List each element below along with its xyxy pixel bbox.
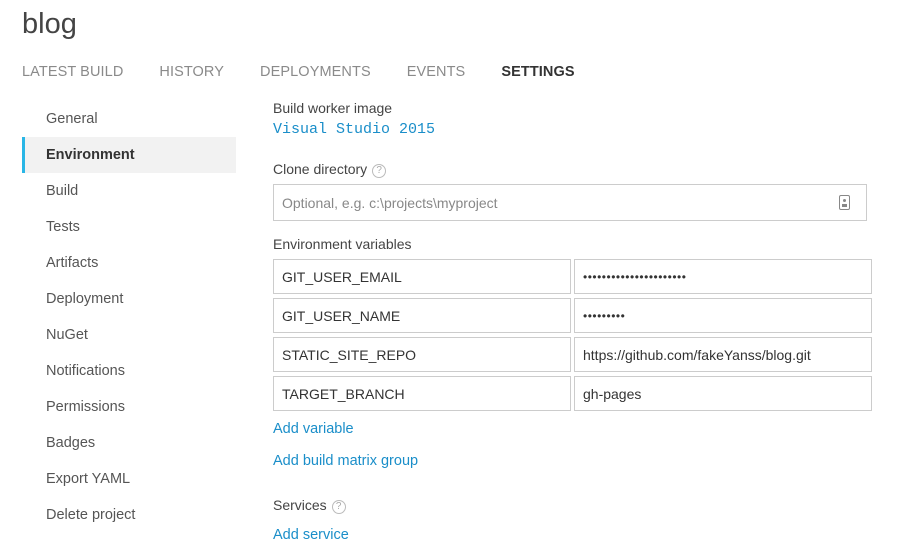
clone-directory-label-row: Clone directory?	[273, 161, 387, 178]
sidebar-item-nuget[interactable]: NuGet	[22, 317, 236, 353]
settings-sidebar: General Environment Build Tests Artifact…	[22, 101, 236, 533]
add-build-matrix-group-link[interactable]: Add build matrix group	[273, 453, 418, 469]
build-worker-image-label: Build worker image	[273, 100, 393, 116]
help-circle-icon[interactable]: ?	[331, 500, 346, 514]
contact-card-icon	[839, 195, 850, 210]
project-title: blog	[22, 8, 77, 40]
env-var-row: STATIC_SITE_REPO https://github.com/fake…	[273, 337, 872, 372]
tab-latest-build[interactable]: LATEST BUILD	[22, 64, 123, 80]
env-var-value-input[interactable]: gh-pages	[574, 376, 872, 411]
add-service-link[interactable]: Add service	[273, 527, 349, 543]
build-worker-image-value[interactable]: Visual Studio 2015	[273, 121, 435, 138]
services-label-row: Services?	[273, 497, 346, 514]
sidebar-item-deployment[interactable]: Deployment	[22, 281, 236, 317]
add-variable-link[interactable]: Add variable	[273, 421, 354, 437]
environment-variables-label: Environment variables	[273, 236, 412, 252]
env-var-name-input[interactable]: TARGET_BRANCH	[273, 376, 571, 411]
env-var-name-input[interactable]: GIT_USER_NAME	[273, 298, 571, 333]
sidebar-item-tests[interactable]: Tests	[22, 209, 236, 245]
sidebar-item-export-yaml[interactable]: Export YAML	[22, 461, 236, 497]
sidebar-item-notifications[interactable]: Notifications	[22, 353, 236, 389]
tab-settings[interactable]: SETTINGS	[501, 64, 574, 80]
services-label: Services	[273, 497, 327, 513]
help-circle-icon[interactable]: ?	[372, 164, 387, 178]
tab-events[interactable]: EVENTS	[407, 64, 466, 80]
env-var-row: TARGET_BRANCH gh-pages	[273, 376, 872, 411]
env-var-row: GIT_USER_NAME •••••••••	[273, 298, 872, 333]
sidebar-item-delete-project[interactable]: Delete project	[22, 497, 236, 533]
sidebar-item-artifacts[interactable]: Artifacts	[22, 245, 236, 281]
clone-directory-input[interactable]	[273, 184, 867, 221]
env-var-value-input[interactable]: https://github.com/fakeYanss/blog.git	[574, 337, 872, 372]
clone-directory-label: Clone directory	[273, 161, 368, 177]
env-var-name-input[interactable]: GIT_USER_EMAIL	[273, 259, 571, 294]
env-var-value-input[interactable]: •••••••••	[574, 298, 872, 333]
tab-deployments[interactable]: DEPLOYMENTS	[260, 64, 371, 80]
environment-variables-table: GIT_USER_EMAIL •••••••••••••••••••••• GI…	[273, 259, 872, 415]
tab-history[interactable]: HISTORY	[159, 64, 224, 80]
env-var-row: GIT_USER_EMAIL ••••••••••••••••••••••	[273, 259, 872, 294]
sidebar-item-general[interactable]: General	[22, 101, 236, 137]
sidebar-item-environment[interactable]: Environment	[22, 137, 236, 173]
sidebar-item-badges[interactable]: Badges	[22, 425, 236, 461]
project-tabs: LATEST BUILD HISTORY DEPLOYMENTS EVENTS …	[22, 64, 611, 80]
env-var-name-input[interactable]: STATIC_SITE_REPO	[273, 337, 571, 372]
sidebar-item-permissions[interactable]: Permissions	[22, 389, 236, 425]
env-var-value-input[interactable]: ••••••••••••••••••••••	[574, 259, 872, 294]
sidebar-item-build[interactable]: Build	[22, 173, 236, 209]
